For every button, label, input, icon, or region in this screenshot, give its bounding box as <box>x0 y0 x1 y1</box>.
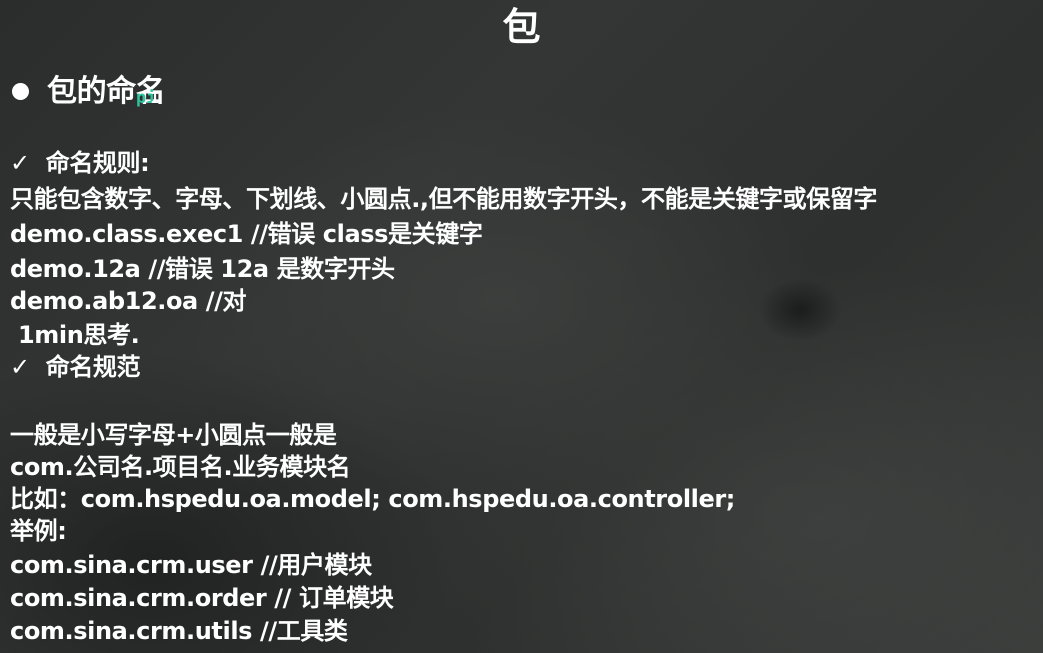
check-mark-icon: ✓ <box>10 149 30 177</box>
conventions-line: 比如：com.hspedu.oa.model; com.hspedu.oa.co… <box>10 485 735 513</box>
rules-heading-row: ✓ 命名规则: <box>10 148 150 178</box>
slide-title: 包 <box>502 5 541 49</box>
conventions-heading: 命名规范 <box>45 353 141 381</box>
rules-line: demo.12a //错误 12a 是数字开头 <box>10 255 395 283</box>
conventions-line: com.sina.crm.utils //工具类 <box>10 617 348 645</box>
rules-heading: 命名规则: <box>45 149 150 177</box>
rules-line: 只能包含数字、字母、下划线、小圆点.,但不能用数字开头，不能是关键字或保留字 <box>10 185 878 213</box>
rules-line: demo.ab12.oa //对 <box>10 287 247 315</box>
conventions-line: com.公司名.项目名.业务模块名 <box>10 453 351 481</box>
text-cursor-icon: piI <box>136 88 160 108</box>
rules-line: 1min思考. <box>10 321 140 349</box>
conventions-line: com.sina.crm.user //用户模块 <box>10 551 372 579</box>
conventions-line: com.sina.crm.order // 订单模块 <box>10 584 394 612</box>
conventions-line: 一般是小写字母+小圆点一般是 <box>10 421 337 449</box>
conventions-line: 举例: <box>10 517 67 545</box>
conventions-heading-row: ✓ 命名规范 <box>10 352 141 382</box>
check-mark-icon: ✓ <box>10 353 30 381</box>
bullet-dot-icon <box>12 83 29 100</box>
rules-line: demo.class.exec1 //错误 class是关键字 <box>10 220 483 248</box>
